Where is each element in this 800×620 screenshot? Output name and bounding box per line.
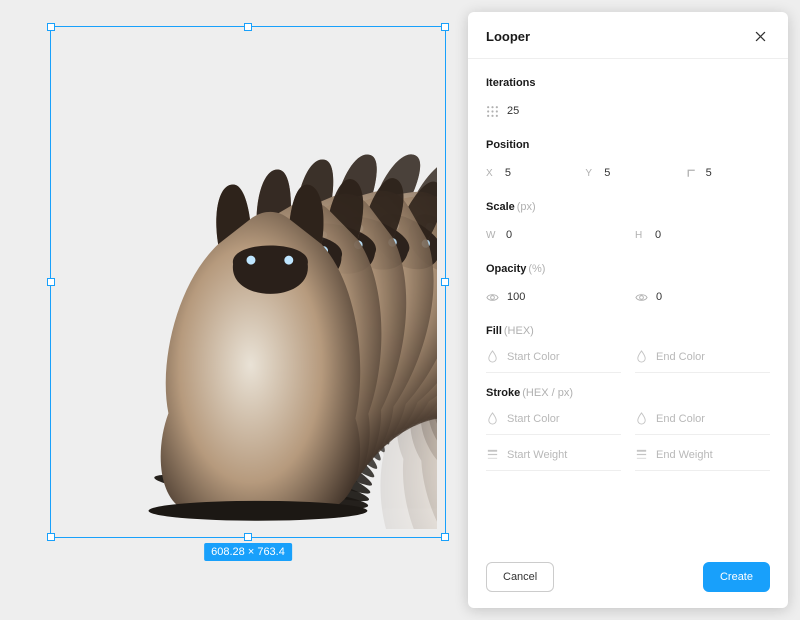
fill-label: Fill(HEX) — [486, 325, 770, 337]
scale-h-input[interactable] — [655, 229, 770, 241]
resize-handle[interactable] — [47, 278, 55, 286]
position-y-input[interactable] — [604, 167, 670, 179]
resize-handle[interactable] — [244, 533, 252, 541]
opacity-label: Opacity(%) — [486, 263, 770, 275]
x-axis-icon: X — [486, 168, 497, 179]
stroke-start-weight-input[interactable] — [507, 449, 621, 461]
cancel-button[interactable]: Cancel — [486, 562, 554, 592]
selection-size-badge: 608.28 × 763.4 — [204, 543, 292, 561]
looper-panel: Looper Iterations Position X Y — [468, 12, 788, 608]
droplet-icon — [486, 350, 499, 363]
visibility-icon — [635, 291, 648, 304]
position-x-input[interactable] — [505, 167, 571, 179]
selection-frame[interactable]: 608.28 × 763.4 — [50, 26, 446, 538]
height-icon: H — [635, 230, 647, 241]
fill-start-color-input[interactable] — [507, 351, 621, 363]
panel-header: Looper — [468, 12, 788, 59]
droplet-icon — [486, 412, 499, 425]
close-button[interactable] — [750, 26, 770, 46]
rotation-icon — [685, 167, 698, 180]
droplet-icon — [635, 350, 648, 363]
iterations-label: Iterations — [486, 77, 770, 89]
panel-title: Looper — [486, 29, 530, 44]
resize-handle[interactable] — [441, 533, 449, 541]
stroke-end-color-input[interactable] — [656, 413, 770, 425]
scale-w-input[interactable] — [506, 229, 621, 241]
stroke-end-weight-input[interactable] — [656, 449, 770, 461]
droplet-icon — [635, 412, 648, 425]
position-rotation-input[interactable] — [706, 167, 770, 179]
resize-handle[interactable] — [441, 23, 449, 31]
opacity-end-input[interactable] — [656, 291, 770, 303]
resize-handle[interactable] — [244, 23, 252, 31]
fill-end-color-input[interactable] — [656, 351, 770, 363]
resize-handle[interactable] — [47, 533, 55, 541]
scale-label: Scale(px) — [486, 201, 770, 213]
iterations-input[interactable] — [507, 105, 770, 117]
iterations-icon — [486, 105, 499, 118]
close-icon — [754, 30, 767, 43]
selected-artwork[interactable] — [59, 35, 437, 529]
create-button[interactable]: Create — [703, 562, 770, 592]
stroke-label: Stroke(HEX / px) — [486, 387, 770, 399]
position-label: Position — [486, 139, 770, 151]
stroke-weight-icon — [486, 448, 499, 461]
stroke-weight-icon — [635, 448, 648, 461]
visibility-icon — [486, 291, 499, 304]
opacity-start-input[interactable] — [507, 291, 621, 303]
y-axis-icon: Y — [585, 168, 596, 179]
width-icon: W — [486, 230, 498, 241]
stroke-start-color-input[interactable] — [507, 413, 621, 425]
panel-body: Iterations Position X Y — [468, 59, 788, 548]
resize-handle[interactable] — [47, 23, 55, 31]
resize-handle[interactable] — [441, 278, 449, 286]
panel-footer: Cancel Create — [468, 548, 788, 608]
canvas-area: 608.28 × 763.4 — [50, 26, 446, 556]
